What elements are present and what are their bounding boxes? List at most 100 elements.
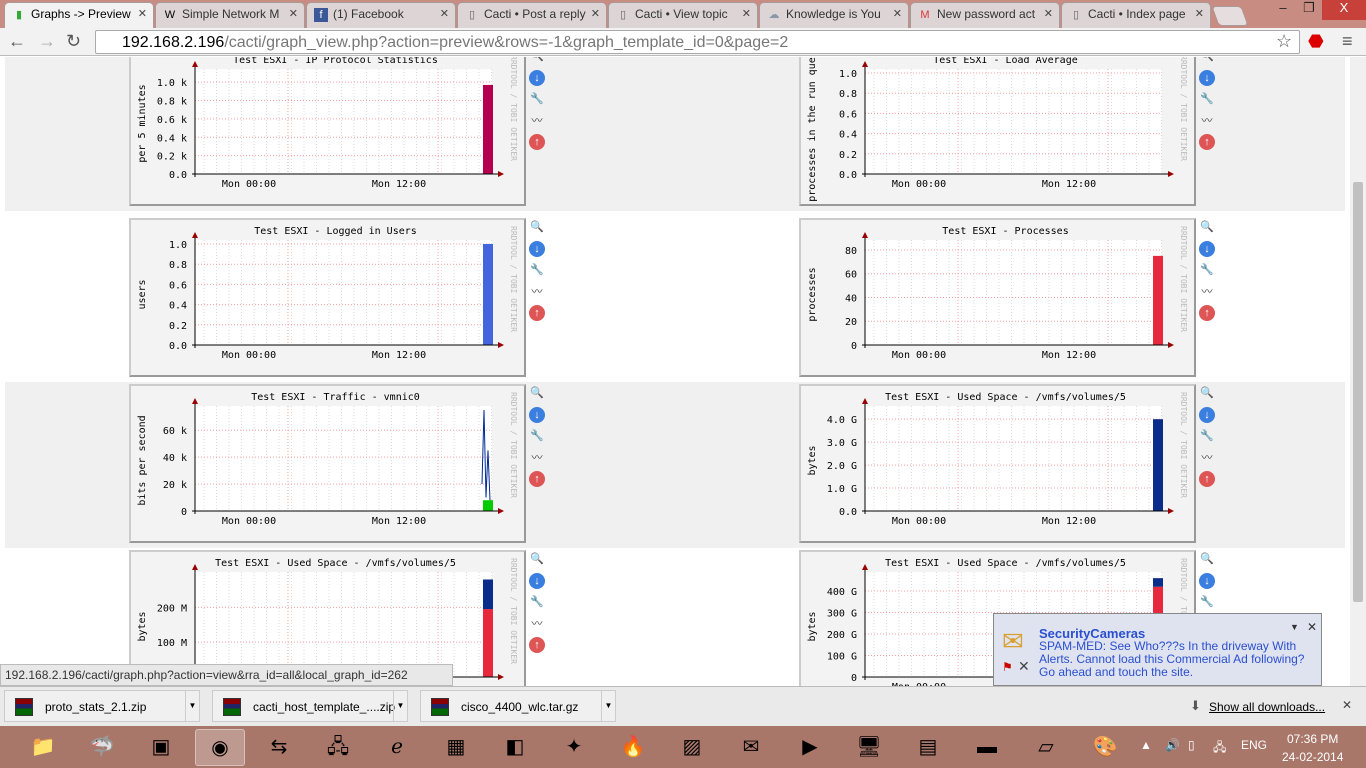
outlook-express-icon[interactable]: ◧	[490, 729, 540, 766]
chevron-down-icon[interactable]: ▼	[185, 691, 199, 721]
graph-debug-icon[interactable]: 〰	[529, 284, 545, 300]
wireshark-icon[interactable]: 🦈	[77, 729, 127, 766]
tab[interactable]: ▯ Cacti • View topic ✕	[608, 2, 758, 28]
reload-icon[interactable]: ↻	[66, 31, 81, 52]
top-icon[interactable]: ↑	[529, 637, 545, 653]
graph-debug-icon[interactable]: 〰	[1199, 450, 1215, 466]
graph-image[interactable]: 0.0 1.0 G 2.0 G 3.0 G 4.0 G Mon 00:00 Mon 12:0…	[799, 384, 1196, 543]
top-icon[interactable]: ↑	[1199, 305, 1215, 321]
image-icon[interactable]: ▨	[667, 729, 717, 766]
winrar-icon[interactable]: ▤	[903, 729, 953, 766]
download-item[interactable]: cacti_host_template_....zip ▼	[212, 690, 408, 722]
chrome-icon[interactable]: ◉	[195, 729, 245, 766]
close-tab-icon[interactable]: ✕	[138, 7, 147, 20]
edit-wrench-icon[interactable]: 🔧	[1199, 594, 1215, 610]
network-tray-icon[interactable]: 🖧	[1213, 738, 1226, 759]
explorer-icon[interactable]: 📁	[18, 729, 68, 766]
tab[interactable]: M New password act ✕	[910, 2, 1060, 28]
edit-wrench-icon[interactable]: 🔧	[1199, 91, 1215, 107]
top-icon[interactable]: ↑	[529, 305, 545, 321]
start-button[interactable]	[0, 729, 14, 766]
network-tool-icon[interactable]: ✦	[549, 729, 599, 766]
edit-wrench-icon[interactable]: 🔧	[529, 91, 545, 107]
close-tab-icon[interactable]: ✕	[440, 7, 449, 20]
edit-wrench-icon[interactable]: 🔧	[529, 594, 545, 610]
clock-date[interactable]: 24-02-2014	[1282, 750, 1343, 764]
graph-image[interactable]: 0 20 40 60 80 Mon 00:00 Mon 12:00 Test ESXI - P…	[799, 218, 1196, 377]
top-icon[interactable]: ↑	[529, 134, 545, 150]
flag-icon[interactable]: ⚑	[1002, 660, 1013, 674]
virtualbox-icon[interactable]: ▦	[431, 729, 481, 766]
cmd-icon[interactable]: ▬	[962, 729, 1012, 766]
firefox-icon[interactable]: 🔥	[608, 729, 658, 766]
graph-image[interactable]: 0.0 0.2 0.4 0.6 0.8 1.0 Mon 00:00 Mon 12:00 Test…	[129, 218, 526, 377]
language-indicator[interactable]: ENG	[1241, 738, 1267, 752]
zoom-icon[interactable]: 🔍	[1199, 57, 1215, 64]
zoom-icon[interactable]: 🔍	[1199, 385, 1215, 401]
close-tab-icon[interactable]: ✕	[1195, 7, 1204, 20]
chevron-down-icon[interactable]: ▼	[393, 691, 407, 721]
edit-wrench-icon[interactable]: 🔧	[529, 262, 545, 278]
show-hidden-icons[interactable]: ▲	[1140, 738, 1152, 752]
close-tab-icon[interactable]: ✕	[742, 7, 751, 20]
delete-icon[interactable]: ✕	[1018, 658, 1030, 675]
csv-export-icon[interactable]: ↓	[1199, 240, 1215, 257]
graph-debug-icon[interactable]: 〰	[1199, 113, 1215, 129]
csv-export-icon[interactable]: ↓	[529, 406, 545, 423]
vmware-icon[interactable]: ▣	[136, 729, 186, 766]
new-tab-button[interactable]	[1211, 6, 1249, 26]
extension-stop-icon[interactable]: ⬣	[1308, 31, 1324, 52]
chevron-down-icon[interactable]: ▼	[601, 691, 615, 721]
graph-debug-icon[interactable]: 〰	[529, 616, 545, 632]
teamviewer-icon[interactable]: ⇆	[254, 729, 304, 766]
outlook-icon[interactable]: ✉	[726, 729, 776, 766]
download-item[interactable]: proto_stats_2.1.zip ▼	[4, 690, 200, 722]
clock-time[interactable]: 07:36 PM	[1287, 732, 1338, 746]
zoom-icon[interactable]: 🔍	[529, 385, 545, 401]
csv-export-icon[interactable]: ↓	[1199, 572, 1215, 589]
close-tab-icon[interactable]: ✕	[289, 7, 298, 20]
top-icon[interactable]: ↑	[529, 471, 545, 487]
edit-wrench-icon[interactable]: 🔧	[529, 428, 545, 444]
graph-image[interactable]: 0 20 k 40 k 60 k Mon 00:00 Mon 12:00 Test ESXI…	[129, 384, 526, 543]
zoom-icon[interactable]: 🔍	[529, 57, 545, 64]
close-tab-icon[interactable]: ✕	[893, 7, 902, 20]
tab[interactable]: W Simple Network M ✕	[155, 2, 305, 28]
zoom-icon[interactable]: 🔍	[529, 551, 545, 567]
tab[interactable]: f (1) Facebook ✕	[306, 2, 456, 28]
graph-image[interactable]: 0.0 0.2 k 0.4 k 0.6 k 0.8 k 1.0 k Mon 00:00 Mon…	[129, 57, 526, 206]
volume-icon[interactable]: 🔊	[1165, 738, 1180, 752]
close-tab-icon[interactable]: ✕	[1044, 7, 1053, 20]
remote-desktop-icon[interactable]: 🖥	[844, 729, 894, 766]
csv-export-icon[interactable]: ↓	[529, 69, 545, 86]
zoom-icon[interactable]: 🔍	[1199, 219, 1215, 235]
tab[interactable]: ▯ Cacti • Post a reply ✕	[457, 2, 607, 28]
power-icon[interactable]: ▯	[1188, 738, 1195, 752]
graph-image[interactable]: 0.0 0.2 0.4 0.6 0.8 1.0 Mon 00:00 Mon 12:00 Test…	[799, 57, 1196, 206]
scrollbar[interactable]	[1350, 57, 1366, 686]
notification-popup[interactable]: ✉ ⚑ ✕ SecurityCameras SPAM-MED: See Who?…	[993, 613, 1322, 686]
restore-button[interactable]: ❐	[1296, 0, 1322, 20]
show-all-downloads-link[interactable]: Show all downloads...	[1209, 700, 1325, 714]
ie-icon[interactable]: ℯ	[372, 729, 422, 766]
back-icon[interactable]: ←	[8, 31, 26, 52]
graph-debug-icon[interactable]: 〰	[529, 450, 545, 466]
edit-wrench-icon[interactable]: 🔧	[1199, 262, 1215, 278]
graph-debug-icon[interactable]: 〰	[529, 113, 545, 129]
forward-icon[interactable]: →	[38, 31, 56, 52]
close-downloads-icon[interactable]: ✕	[1342, 698, 1352, 712]
notepad-icon[interactable]: ▱	[1021, 729, 1071, 766]
zoom-icon[interactable]: 🔍	[529, 219, 545, 235]
tab[interactable]: ▯ Cacti • Index page ✕	[1061, 2, 1211, 28]
graph-debug-icon[interactable]: 〰	[1199, 284, 1215, 300]
edit-wrench-icon[interactable]: 🔧	[1199, 428, 1215, 444]
close-window-button[interactable]: X	[1322, 0, 1366, 20]
zoom-icon[interactable]: 🔍	[1199, 551, 1215, 567]
top-icon[interactable]: ↑	[1199, 471, 1215, 487]
close-tab-icon[interactable]: ✕	[591, 7, 600, 20]
minimize-button[interactable]: –	[1270, 0, 1296, 20]
csv-export-icon[interactable]: ↓	[1199, 69, 1215, 86]
media-player-icon[interactable]: ▶	[785, 729, 835, 766]
dropdown-icon[interactable]: ▼	[1290, 622, 1299, 632]
csv-export-icon[interactable]: ↓	[1199, 406, 1215, 423]
